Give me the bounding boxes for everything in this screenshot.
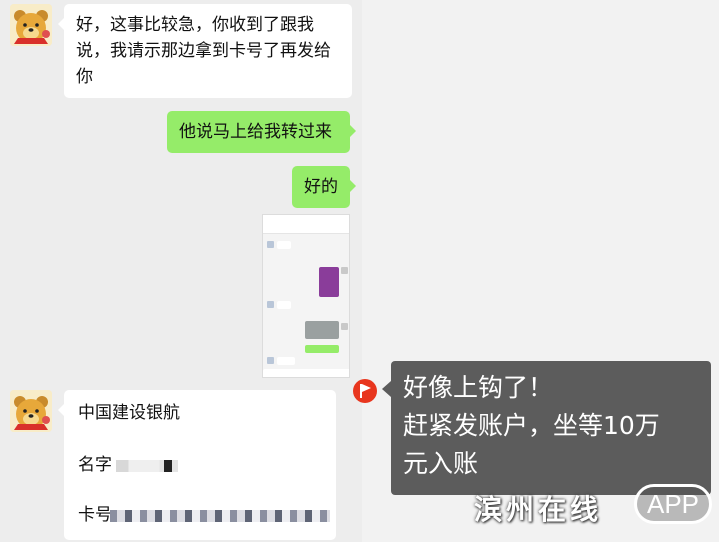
thumbnail-titlebar (263, 215, 349, 234)
card-number-redaction (110, 510, 330, 522)
thumbnail-image (319, 267, 339, 297)
message-bubble-outgoing[interactable]: 他说马上给我转过来 (167, 111, 356, 153)
bear-avatar-icon (10, 4, 52, 46)
thumbnail-bubble (305, 345, 339, 353)
annotation-callout: 好像上钩了！ 赶紧发账户，坐等10万 元入账 (382, 361, 711, 495)
thumbnail-avatar (267, 241, 274, 248)
thumbnail-avatar (341, 323, 348, 330)
annotation-line: 赶紧发账户，坐等10万 (403, 411, 660, 440)
thumbnail-avatar (267, 301, 274, 308)
thumbnail-bubble (277, 301, 291, 309)
flag-icon (353, 379, 377, 403)
thumbnail-bubble (277, 241, 291, 249)
bear-avatar-icon (10, 390, 52, 432)
name-redaction-mark (164, 460, 172, 472)
bank-name: 中国建设银航 (78, 403, 180, 423)
contact-avatar[interactable] (10, 390, 52, 432)
message-text: 好，这事比较急，你收到了跟我说，我请示那边拿到卡号了再发给你 (76, 15, 331, 87)
thumbnail-bubble (277, 357, 295, 365)
thumbnail-avatar (341, 267, 348, 274)
message-text: 好的 (304, 177, 338, 197)
image-message-thumbnail[interactable] (262, 214, 350, 378)
watermark-app-badge: APP (634, 484, 712, 524)
annotation-line: 元入账 (403, 449, 479, 478)
contact-avatar[interactable] (10, 4, 52, 46)
bank-card-message[interactable]: 中国建设银航 名字 卡号 (58, 390, 336, 540)
name-label: 名字 (78, 455, 112, 475)
thumbnail-image (305, 321, 339, 339)
card-number-label: 卡号 (78, 505, 112, 525)
annotation-line: 好像上钩了！ (403, 373, 554, 402)
thumbnail-avatar (267, 357, 274, 364)
message-bubble-incoming[interactable]: 好，这事比较急，你收到了跟我说，我请示那边拿到卡号了再发给你 (58, 4, 352, 98)
message-bubble-outgoing[interactable]: 好的 (292, 166, 356, 208)
watermark-text: 滨州在线 (474, 493, 603, 526)
thumbnail-input-bar (263, 369, 349, 377)
message-text: 他说马上给我转过来 (179, 122, 332, 142)
